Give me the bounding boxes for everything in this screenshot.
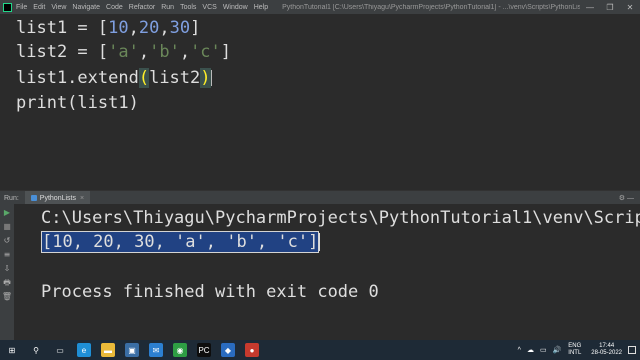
number-literal: 20 xyxy=(138,18,160,38)
chrome-icon[interactable]: ◉ xyxy=(173,343,187,357)
code-text: list2 xyxy=(149,68,201,88)
comma: , xyxy=(159,18,170,38)
menu-tools[interactable]: Tools xyxy=(180,4,196,11)
taskbar-apps: ⊞ ⚲ ▭ e ▬ ▣ ✉ ◉ PC ◆ ● xyxy=(0,343,264,357)
code-line-3[interactable]: list1.extend(list2) xyxy=(16,68,212,88)
search-icon[interactable]: ⚲ xyxy=(29,343,43,357)
bracket: ] xyxy=(190,18,201,38)
soft-wrap-icon[interactable]: ≡ xyxy=(1,249,13,261)
lang-bottom: INTL xyxy=(568,350,582,356)
menu-help[interactable]: Help xyxy=(254,4,268,11)
network-icon[interactable]: ▭ xyxy=(540,346,547,354)
menu-navigate[interactable]: Navigate xyxy=(72,4,100,11)
app-blue-icon[interactable]: ◆ xyxy=(221,343,235,357)
console-output-line[interactable]: [10, 20, 30, 'a', 'b', 'c'] xyxy=(41,231,321,253)
trash-icon[interactable]: 🗑 xyxy=(1,291,13,303)
pycharm-logo-icon xyxy=(3,2,12,12)
menu-vcs[interactable]: VCS xyxy=(202,4,216,11)
scroll-to-end-icon[interactable]: ⇩ xyxy=(1,263,13,275)
menu-refactor[interactable]: Refactor xyxy=(129,4,155,11)
window-controls: — ❐ ✕ xyxy=(580,3,640,12)
windows-taskbar: ⊞ ⚲ ▭ e ▬ ▣ ✉ ◉ PC ◆ ● ^ ☁ ▭ 🔊 ENG INTL 17:44 28-0… xyxy=(0,340,640,360)
run-console[interactable]: C:\Users\Thiyagu\PycharmProjects\PythonT… xyxy=(14,204,640,340)
restore-layout-icon[interactable]: ↺ xyxy=(1,235,13,247)
window-title: PythonTutorial1 [C:\Users\Thiyagu\Pychar… xyxy=(282,3,580,11)
python-file-icon xyxy=(30,195,37,201)
onedrive-icon[interactable]: ☁ xyxy=(527,346,534,354)
menu-run[interactable]: Run xyxy=(161,4,174,11)
comma: , xyxy=(128,18,139,38)
run-panel-settings[interactable]: ⚙ — xyxy=(619,194,634,202)
matched-paren: ) xyxy=(200,68,211,88)
mail-icon[interactable]: ✉ xyxy=(149,343,163,357)
run-toolbar: ▶ ■ ↺ ≡ ⇩ 🖶 🗑 xyxy=(0,204,14,340)
task-view-icon[interactable]: ▭ xyxy=(53,343,67,357)
console-path-line: C:\Users\Thiyagu\PycharmProjects\PythonT… xyxy=(41,208,640,228)
close-tab-icon[interactable]: × xyxy=(80,195,84,202)
code-line-4[interactable]: print(list1) xyxy=(16,93,139,113)
notifications-icon[interactable] xyxy=(628,346,636,354)
clock-time: 17:44 xyxy=(599,343,615,349)
file-explorer-icon[interactable]: ▬ xyxy=(101,343,115,357)
stop-icon[interactable]: ■ xyxy=(1,221,13,233)
run-label: Run: xyxy=(4,194,19,202)
windows-start-icon[interactable]: ⊞ xyxy=(5,343,19,357)
lang-top: ENG xyxy=(568,343,582,349)
string-literal: 'c' xyxy=(190,42,221,62)
menu-code[interactable]: Code xyxy=(106,4,123,11)
run-tab-label: PythonLists xyxy=(39,194,76,202)
code-text: print(list1) xyxy=(16,93,139,113)
run-tab-pythonlists[interactable]: PythonLists × xyxy=(24,191,91,205)
input-language[interactable]: ENG INTL xyxy=(568,343,581,357)
clock[interactable]: 17:44 28-05-2022 xyxy=(591,343,622,357)
menu-file[interactable]: File xyxy=(16,4,27,11)
tray-chevron-icon[interactable]: ^ xyxy=(518,347,521,354)
app-red-icon[interactable]: ● xyxy=(245,343,259,357)
comma: , xyxy=(138,42,150,62)
comma: , xyxy=(179,42,191,62)
title-bar: File Edit View Navigate Code Refactor Ru… xyxy=(0,0,640,14)
bracket: ] xyxy=(220,42,232,62)
menu-window[interactable]: Window xyxy=(223,4,248,11)
rerun-icon[interactable]: ▶ xyxy=(1,207,13,219)
code-text: list2 = [ xyxy=(16,42,109,62)
pycharm-icon[interactable]: PC xyxy=(197,343,211,357)
menu-view[interactable]: View xyxy=(51,4,66,11)
volume-icon[interactable]: 🔊 xyxy=(553,346,562,354)
selected-output[interactable]: [10, 20, 30, 'a', 'b', 'c'] xyxy=(41,231,320,253)
close-icon[interactable]: ✕ xyxy=(620,3,640,12)
minimize-icon[interactable]: — xyxy=(580,3,600,12)
system-tray: ^ ☁ ▭ 🔊 ENG INTL 17:44 28-05-2022 xyxy=(515,343,640,357)
menu-edit[interactable]: Edit xyxy=(33,4,45,11)
text-caret xyxy=(319,233,321,251)
string-literal: 'b' xyxy=(149,42,180,62)
code-text: list1.extend xyxy=(16,68,139,88)
number-literal: 10 xyxy=(108,18,129,38)
run-panel-header: Run: PythonLists × ⚙ — xyxy=(0,190,640,205)
code-editor[interactable]: list1 = [10,20,30] list2 = ['a','b','c']… xyxy=(0,14,640,190)
maximize-icon[interactable]: ❐ xyxy=(600,3,620,12)
number-literal: 30 xyxy=(169,18,191,38)
code-line-1[interactable]: list1 = [10,20,30] xyxy=(16,18,200,38)
store-icon[interactable]: ▣ xyxy=(125,343,139,357)
text-caret xyxy=(210,70,212,86)
console-exit-line: Process finished with exit code 0 xyxy=(41,282,379,302)
code-line-2[interactable]: list2 = ['a','b','c'] xyxy=(16,42,231,62)
matched-paren: ( xyxy=(138,68,150,88)
code-text: list1 = [ xyxy=(16,18,109,38)
print-icon[interactable]: 🖶 xyxy=(1,277,13,289)
edge-icon[interactable]: e xyxy=(77,343,91,357)
clock-date: 28-05-2022 xyxy=(591,350,622,356)
string-literal: 'a' xyxy=(108,42,139,62)
